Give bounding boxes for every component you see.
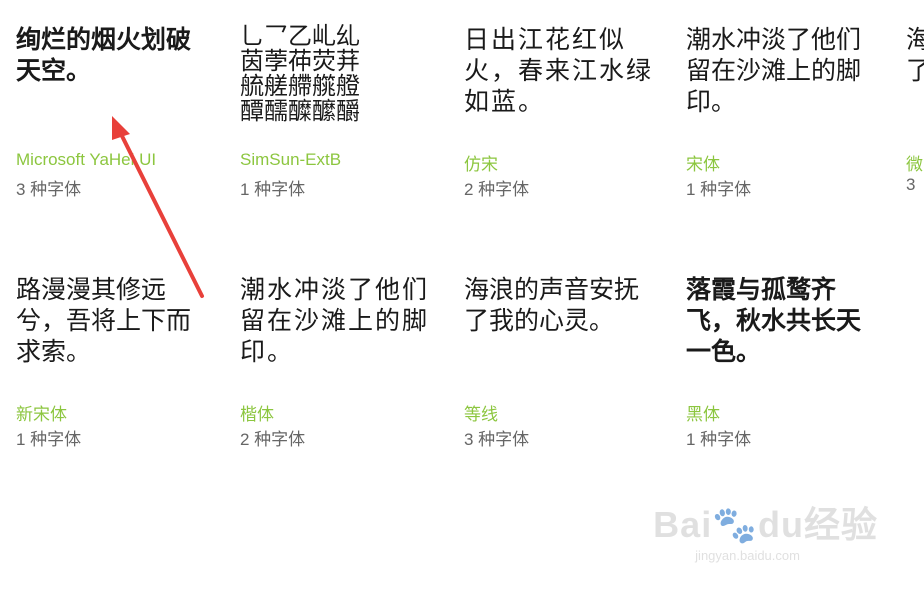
font-sample-text: 潮水冲淡了他们 留在沙滩上的脚 印。	[240, 275, 430, 366]
font-family-name: 新宋体	[16, 405, 67, 424]
font-tile-microsoft-yahei-ui[interactable]: 绚烂的烟火划破 天空。 Microsoft YaHei UI 3 种字体	[16, 24, 226, 254]
font-family-name: 等线	[464, 405, 498, 424]
font-sample-text: 潮水冲淡了他们 留在沙滩上的脚 印。	[686, 25, 862, 116]
font-family-name: Microsoft YaHei UI	[16, 150, 157, 169]
font-count: 3 种字体	[16, 180, 82, 199]
font-count: 1 种字体	[16, 430, 82, 449]
font-sample-text: 海浪的声音安抚 了我的心灵。	[464, 275, 640, 335]
font-tile-kaiti[interactable]: 潮水冲淡了他们 留在沙滩上的脚 印。 楷体 2 种字体	[240, 274, 450, 504]
font-tile-heiti[interactable]: 落霞与孤鹜齐 飞，秋水共长天 一色。 黑体 1 种字体	[686, 274, 896, 504]
font-family-name: 微	[906, 155, 923, 174]
font-tile-partial[interactable]: 海 了 微 3	[906, 24, 924, 254]
font-tile-simsun-extb[interactable]: 乚乛乙乢乣 茵荸茽荧荓 艈艖艜艞艠 醰醹醾醿釂 SimSun-ExtB 1 种字…	[240, 24, 450, 254]
watermark-logo: Bai🐾du经验	[653, 504, 878, 545]
font-tile-songti[interactable]: 潮水冲淡了他们 留在沙滩上的脚 印。 宋体 1 种字体	[686, 24, 896, 254]
font-tile-fangsong[interactable]: 日出江花红似 火，春来江水绿 如蓝。 仿宋 2 种字体	[464, 24, 674, 254]
baidu-watermark: Bai🐾du经验 jingyan.baidu.com	[653, 496, 878, 563]
watermark-url: jingyan.baidu.com	[695, 548, 800, 563]
font-family-name: SimSun-ExtB	[240, 150, 342, 169]
font-sample-text: 落霞与孤鹜齐 飞，秋水共长天 一色。	[686, 275, 862, 366]
font-tile-dengxian[interactable]: 海浪的声音安抚 了我的心灵。 等线 3 种字体	[464, 274, 674, 504]
font-family-name: 楷体	[240, 405, 274, 424]
font-sample-text: 乚乛乙乢乣 茵荸茽荧荓 艈艖艜艞艠 醰醹醾醿釂	[240, 22, 360, 125]
font-count: 1 种字体	[686, 430, 752, 449]
font-tile-nsimsun[interactable]: 路漫漫其修远 兮，吾将上下而 求索。 新宋体 1 种字体	[16, 274, 226, 504]
font-family-name: 黑体	[686, 405, 720, 424]
font-count: 3	[906, 175, 916, 194]
font-count: 1 种字体	[686, 180, 752, 199]
font-family-name: 仿宋	[464, 155, 498, 174]
font-count: 3 种字体	[464, 430, 530, 449]
font-family-name: 宋体	[686, 155, 720, 174]
font-count: 1 种字体	[240, 180, 306, 199]
font-sample-text: 路漫漫其修远 兮，吾将上下而 求索。	[16, 275, 192, 366]
font-count: 2 种字体	[464, 180, 530, 199]
font-sample-text: 绚烂的烟火划破 天空。	[16, 25, 192, 85]
font-sample-text: 海 了	[906, 25, 924, 85]
font-sample-text: 日出江花红似 火，春来江水绿 如蓝。	[464, 25, 654, 116]
font-count: 2 种字体	[240, 430, 306, 449]
